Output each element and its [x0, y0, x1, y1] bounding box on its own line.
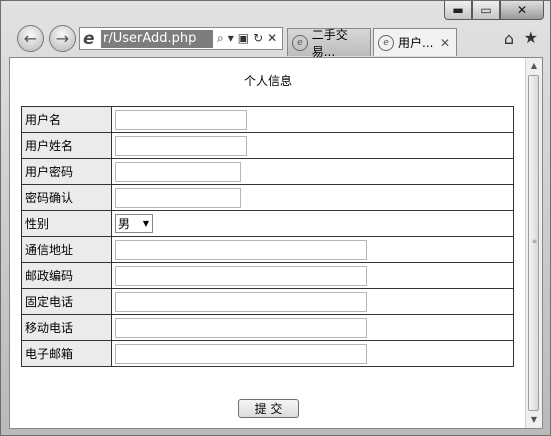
scroll-up-icon[interactable]: ▲ — [526, 58, 542, 74]
refresh-icon[interactable]: ↻ — [253, 31, 263, 46]
user-info-form: 用户名 用户姓名 用户密码 密码确认 性别 男 ▼ 通信地址 邮政编码 固定电话… — [21, 106, 514, 367]
form-row-gender: 性别 男 ▼ — [21, 210, 514, 237]
dropdown-arrow-icon[interactable]: ▾ — [228, 31, 234, 46]
field-label: 密码确认 — [21, 184, 112, 211]
form-row-mobile: 移动电话 — [21, 314, 514, 341]
username-input[interactable] — [115, 109, 247, 130]
page-title: 个人信息 — [243, 74, 292, 88]
form-row-address: 通信地址 — [21, 236, 514, 263]
window-controls: ▬ ▭ ✕ — [444, 1, 544, 21]
address-tools: ⌕ ▾ ▣ ↻ ✕ — [217, 31, 277, 46]
maximize-button[interactable]: ▭ — [472, 1, 500, 20]
tab-ie-icon: e — [292, 34, 308, 51]
mobile-input[interactable] — [115, 317, 367, 338]
field-label: 邮政编码 — [21, 262, 112, 289]
favorites-star-icon[interactable]: ★ — [524, 28, 538, 47]
close-window-button[interactable]: ✕ — [500, 1, 544, 20]
address-bar[interactable]: e r/UserAdd.php ⌕ ▾ ▣ ↻ ✕ — [79, 27, 283, 50]
chevron-down-icon: ▼ — [142, 219, 149, 228]
forward-button[interactable]: → — [49, 25, 76, 52]
form-row-email: 电子邮箱 — [21, 340, 514, 367]
field-label: 电子邮箱 — [21, 340, 112, 367]
forward-arrow-icon: → — [55, 29, 70, 48]
ie-logo-icon: e — [83, 28, 95, 49]
address-url[interactable]: r/UserAdd.php — [101, 29, 213, 48]
tab-label: 二手交易... — [311, 27, 348, 59]
gender-selected-value: 男 — [118, 217, 131, 231]
field-label: 用户姓名 — [21, 132, 112, 159]
stop-icon[interactable]: ✕ — [267, 31, 277, 46]
confirm-password-input[interactable] — [115, 187, 241, 208]
field-label: 通信地址 — [21, 236, 112, 263]
form-row-postcode: 邮政编码 — [21, 262, 514, 289]
back-arrow-icon: ← — [23, 29, 38, 48]
search-icon[interactable]: ⌕ — [217, 31, 224, 46]
form-row-realname: 用户姓名 — [21, 132, 514, 159]
scrollbar-thumb[interactable]: ≡ — [528, 75, 539, 411]
minimize-button[interactable]: ▬ — [444, 1, 472, 20]
page-content: 个人信息 用户名 用户姓名 用户密码 密码确认 性别 男 ▼ 通信地址 邮政编码… — [9, 57, 543, 429]
address-input[interactable] — [115, 239, 367, 260]
scroll-down-icon[interactable]: ▼ — [526, 412, 542, 428]
home-icon[interactable]: ⌂ — [504, 29, 514, 48]
close-tab-icon[interactable]: ✕ — [440, 36, 450, 50]
form-row-password: 用户密码 — [21, 158, 514, 185]
field-label: 移动电话 — [21, 314, 112, 341]
field-label: 用户密码 — [21, 158, 112, 185]
submit-button[interactable]: 提 交 — [238, 399, 299, 418]
tab-ie-icon: e — [378, 34, 394, 51]
landline-input[interactable] — [115, 291, 367, 312]
browser-window: ▬ ▭ ✕ ← → e r/UserAdd.php ⌕ ▾ ▣ ↻ ✕ e 二手… — [0, 0, 551, 436]
field-label: 性别 — [21, 210, 112, 237]
grip-icon: ≡ — [532, 238, 538, 245]
field-label: 固定电话 — [21, 288, 112, 315]
navigation-bar: ← → e r/UserAdd.php ⌕ ▾ ▣ ↻ ✕ e 二手交易... … — [1, 21, 550, 59]
form-row-confirm-password: 密码确认 — [21, 184, 514, 211]
realname-input[interactable] — [115, 135, 247, 156]
tab-label: 用户... — [398, 36, 434, 50]
field-label: 用户名 — [21, 106, 112, 133]
password-input[interactable] — [115, 161, 241, 182]
tab-secondhand-trade[interactable]: e 二手交易... — [287, 28, 371, 59]
vertical-scrollbar[interactable]: ▲ ≡ ▼ — [525, 58, 542, 428]
form-row-username: 用户名 — [21, 106, 514, 133]
form-row-landline: 固定电话 — [21, 288, 514, 315]
back-button[interactable]: ← — [17, 25, 44, 52]
email-input[interactable] — [115, 343, 367, 364]
tab-user[interactable]: e 用户... ✕ — [373, 28, 457, 56]
gender-select[interactable]: 男 ▼ — [115, 214, 153, 233]
postcode-input[interactable] — [115, 265, 367, 286]
compatibility-view-icon[interactable]: ▣ — [238, 31, 249, 46]
